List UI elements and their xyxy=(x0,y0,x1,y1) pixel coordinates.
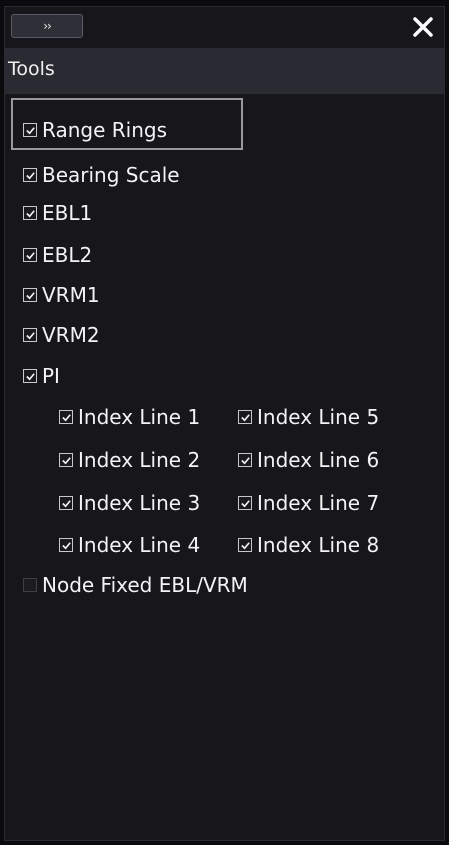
checkbox-vrm1[interactable]: VRM1 xyxy=(23,280,100,310)
checkbox-icon xyxy=(238,538,252,552)
checkbox-index-line-5[interactable]: Index Line 5 xyxy=(238,402,379,432)
checkbox-icon xyxy=(59,453,73,467)
checkbox-icon xyxy=(23,369,37,383)
checkbox-index-line-6[interactable]: Index Line 6 xyxy=(238,445,379,475)
checkbox-vrm2[interactable]: VRM2 xyxy=(23,320,100,350)
title-bar xyxy=(5,48,444,94)
checkbox-node-fixed-ebl-vrm[interactable]: Node Fixed EBL/VRM xyxy=(23,570,248,600)
checkbox-icon xyxy=(59,538,73,552)
checkbox-index-line-3[interactable]: Index Line 3 xyxy=(59,488,200,518)
checkbox-icon xyxy=(23,288,37,302)
item-label: VRM2 xyxy=(42,323,100,347)
item-label: Index Line 5 xyxy=(257,405,380,429)
item-label: Index Line 6 xyxy=(257,448,380,472)
checkbox-icon xyxy=(238,410,252,424)
item-label: EBL2 xyxy=(42,243,93,267)
item-label: Node Fixed EBL/VRM xyxy=(42,573,248,597)
double-chevron-right-icon: ›› xyxy=(43,19,52,33)
item-label: Bearing Scale xyxy=(42,163,180,187)
checkbox-icon xyxy=(238,453,252,467)
checkbox-icon xyxy=(23,578,37,592)
checkbox-index-line-7[interactable]: Index Line 7 xyxy=(238,488,379,518)
checkbox-bearing-scale[interactable]: Bearing Scale xyxy=(23,160,180,190)
item-label: Index Line 7 xyxy=(257,491,380,515)
checkbox-icon xyxy=(23,123,37,137)
checkbox-icon xyxy=(238,496,252,510)
close-icon xyxy=(413,17,433,37)
checkbox-icon xyxy=(59,410,73,424)
checkbox-icon xyxy=(23,248,37,262)
expand-button[interactable]: ›› xyxy=(11,14,83,38)
panel-topbar: ›› xyxy=(5,7,444,43)
checkbox-icon xyxy=(23,168,37,182)
item-label: PI xyxy=(42,364,60,388)
checkbox-ebl1[interactable]: EBL1 xyxy=(23,198,92,228)
item-label: EBL1 xyxy=(42,201,93,225)
item-label: VRM1 xyxy=(42,283,100,307)
item-label: Index Line 2 xyxy=(78,448,201,472)
checkbox-index-line-8[interactable]: Index Line 8 xyxy=(238,530,379,560)
checkbox-range-rings[interactable]: Range Rings xyxy=(23,115,167,145)
item-label: Index Line 4 xyxy=(78,533,201,557)
checkbox-icon xyxy=(59,496,73,510)
page-title: Tools xyxy=(8,58,55,80)
item-label: Index Line 8 xyxy=(257,533,380,557)
item-label: Index Line 1 xyxy=(78,405,201,429)
close-button[interactable] xyxy=(408,13,438,41)
checkbox-index-line-1[interactable]: Index Line 1 xyxy=(59,402,200,432)
checkbox-pi[interactable]: PI xyxy=(23,361,60,391)
checkbox-index-line-2[interactable]: Index Line 2 xyxy=(59,445,200,475)
checkbox-ebl2[interactable]: EBL2 xyxy=(23,240,92,270)
checkbox-icon xyxy=(23,328,37,342)
checkbox-index-line-4[interactable]: Index Line 4 xyxy=(59,530,200,560)
checkbox-icon xyxy=(23,206,37,220)
item-label: Index Line 3 xyxy=(78,491,201,515)
item-label: Range Rings xyxy=(42,118,167,142)
